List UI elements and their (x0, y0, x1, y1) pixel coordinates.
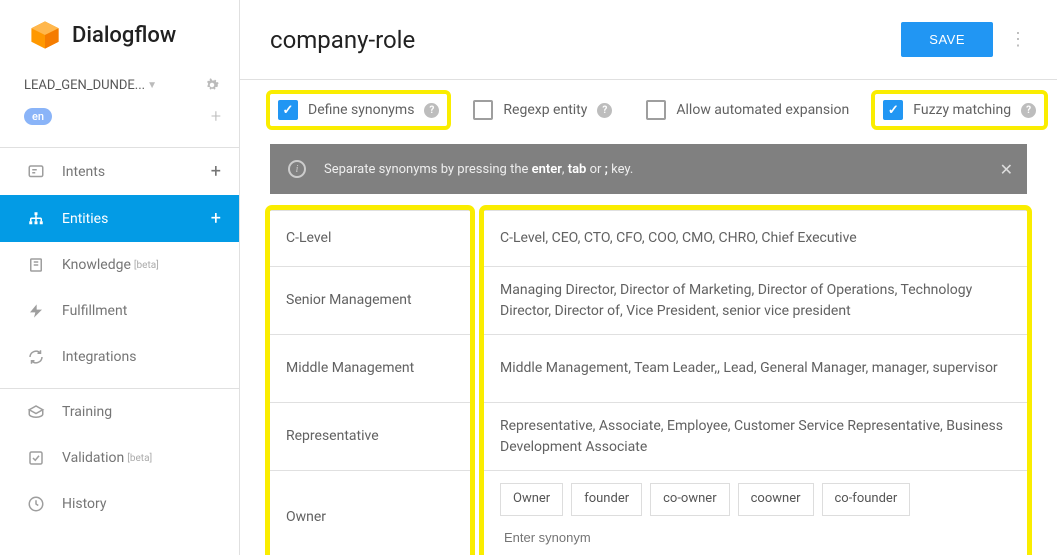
more-menu-icon[interactable]: ⋮ (1009, 29, 1027, 50)
brand-logo: Dialogflow (0, 0, 239, 70)
history-icon (26, 494, 46, 514)
checkbox-icon[interactable] (278, 100, 298, 120)
sidebar: Dialogflow LEAD_GEN_DUNDE... ▼ en + Inte… (0, 0, 240, 555)
reference-value[interactable]: Owner (270, 471, 470, 555)
checkbox-icon[interactable] (883, 100, 903, 120)
language-pill[interactable]: en (24, 108, 52, 125)
integrations-icon (26, 347, 46, 367)
sidebar-item-history[interactable]: History (0, 481, 239, 527)
gear-icon[interactable] (203, 76, 221, 94)
info-icon: i (288, 160, 306, 178)
entities-icon (26, 209, 46, 229)
logo-icon (28, 18, 62, 52)
help-icon[interactable]: ? (597, 103, 612, 118)
close-icon[interactable]: ✕ (1000, 160, 1013, 179)
synonym-chip[interactable]: Owner (500, 483, 563, 516)
nav-label: History (62, 496, 107, 512)
option-label: Regexp entity (503, 102, 587, 118)
nav-label: Intents (62, 164, 105, 180)
sidebar-item-fulfillment[interactable]: Fulfillment (0, 288, 239, 334)
sidebar-item-entities[interactable]: Entities + (0, 195, 239, 242)
synonym-chip[interactable]: founder (571, 483, 642, 516)
reference-value[interactable]: Representative (270, 403, 470, 471)
add-intent-button[interactable]: + (211, 161, 221, 182)
hint-banner: i Separate synonyms by pressing the ente… (270, 144, 1027, 194)
reference-column: C-Level Senior Management Middle Managem… (270, 210, 470, 555)
intents-icon (26, 162, 46, 182)
entity-table: C-Level Senior Management Middle Managem… (270, 210, 1027, 555)
add-entity-button[interactable]: + (211, 208, 221, 229)
nav-label: Validation (62, 450, 124, 466)
synonym-chip[interactable]: co-owner (650, 483, 729, 516)
sidebar-item-validation[interactable]: Validation [beta] (0, 435, 239, 481)
synonyms-column: C-Level, CEO, CTO, CFO, COO, CMO, CHRO, … (484, 210, 1027, 555)
nav-label: Knowledge (62, 257, 131, 273)
sidebar-item-knowledge[interactable]: Knowledge [beta] (0, 242, 239, 288)
sidebar-item-intents[interactable]: Intents + (0, 148, 239, 195)
option-label: Fuzzy matching (913, 102, 1011, 118)
synonyms-cell-editing[interactable]: Owner founder co-owner coowner co-founde… (484, 471, 1027, 555)
checkbox-icon[interactable] (646, 100, 666, 120)
synonym-input[interactable] (500, 524, 640, 551)
sidebar-item-training[interactable]: Training (0, 389, 239, 435)
beta-badge: [beta] (127, 453, 152, 464)
option-regexp-entity[interactable]: Regexp entity ? (465, 94, 620, 126)
reference-value[interactable]: Senior Management (270, 267, 470, 335)
reference-value[interactable]: C-Level (270, 211, 470, 267)
nav-label: Fulfillment (62, 303, 127, 319)
synonym-chip[interactable]: co-founder (822, 483, 911, 516)
option-fuzzy-matching[interactable]: Fuzzy matching ? (875, 94, 1044, 126)
main-content: company-role SAVE ⋮ Define synonyms ? Re… (240, 0, 1057, 555)
synonyms-cell[interactable]: Middle Management, Team Leader,, Lead, G… (484, 335, 1027, 403)
chevron-down-icon: ▼ (147, 80, 157, 91)
hint-text: Separate synonyms by pressing the enter,… (324, 162, 633, 177)
entity-options-row: Define synonyms ? Regexp entity ? Allow … (240, 80, 1057, 140)
agent-name: LEAD_GEN_DUNDE... (24, 78, 145, 93)
sidebar-item-integrations[interactable]: Integrations (0, 334, 239, 380)
option-define-synonyms[interactable]: Define synonyms ? (270, 94, 447, 126)
page-header: company-role SAVE ⋮ (240, 0, 1057, 80)
option-label: Define synonyms (308, 102, 414, 118)
nav-label: Entities (62, 211, 108, 227)
validation-icon (26, 448, 46, 468)
knowledge-icon (26, 255, 46, 275)
brand-name: Dialogflow (72, 23, 176, 48)
language-row: en + (0, 100, 239, 139)
beta-badge: [beta] (134, 260, 159, 271)
training-icon (26, 402, 46, 422)
help-icon[interactable]: ? (424, 103, 439, 118)
reference-value[interactable]: Middle Management (270, 335, 470, 403)
synonyms-cell[interactable]: Managing Director, Director of Marketing… (484, 267, 1027, 335)
checkbox-icon[interactable] (473, 100, 493, 120)
synonym-chip[interactable]: coowner (738, 483, 814, 516)
nav-label: Training (62, 404, 112, 420)
nav-label: Integrations (62, 349, 136, 365)
synonyms-cell[interactable]: Representative, Associate, Employee, Cus… (484, 403, 1027, 471)
option-label: Allow automated expansion (676, 102, 849, 118)
option-auto-expansion[interactable]: Allow automated expansion (638, 94, 857, 126)
help-icon[interactable]: ? (1021, 103, 1036, 118)
page-title: company-role (270, 26, 901, 54)
fulfillment-icon (26, 301, 46, 321)
synonyms-cell[interactable]: C-Level, CEO, CTO, CFO, COO, CMO, CHRO, … (484, 211, 1027, 267)
save-button[interactable]: SAVE (901, 22, 993, 57)
agent-selector[interactable]: LEAD_GEN_DUNDE... ▼ (0, 70, 239, 100)
add-language-button[interactable]: + (211, 106, 221, 127)
